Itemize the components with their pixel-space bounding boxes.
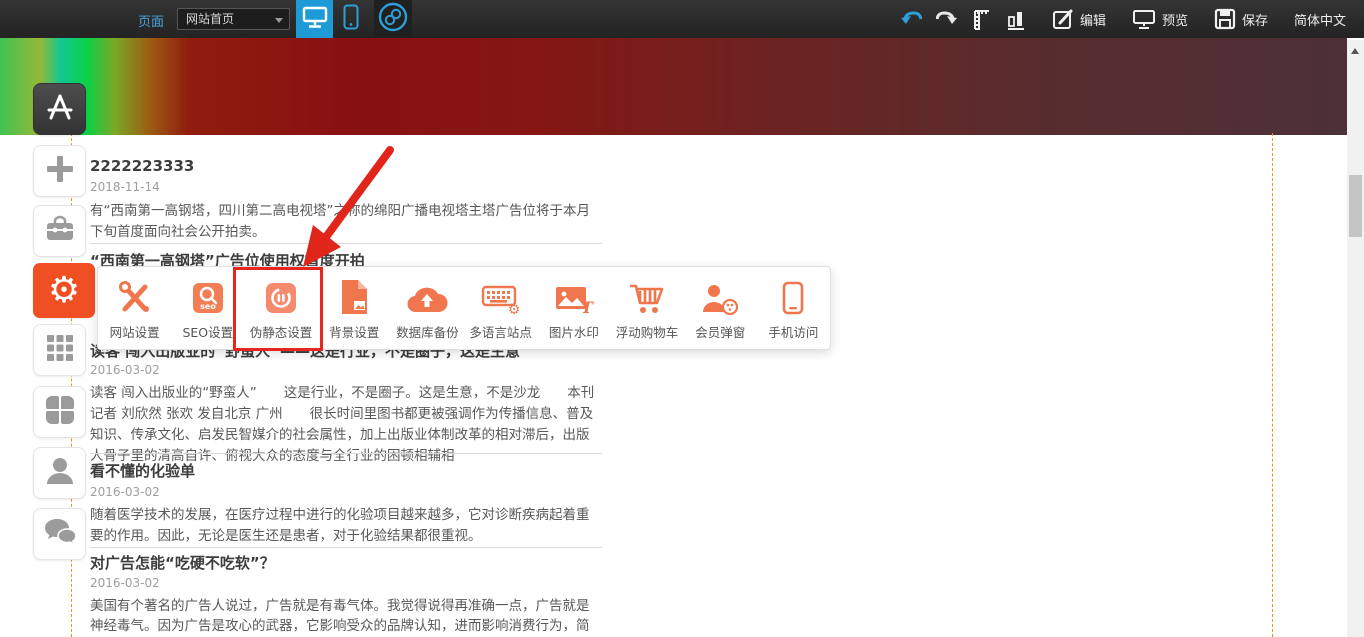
article-date: 2016-03-02 xyxy=(90,576,602,590)
popup-item-background-settings[interactable]: 背景设置 xyxy=(318,275,391,341)
sidebar-item-comments[interactable] xyxy=(33,508,86,560)
popup-item-seo-settings[interactable]: seo SEO设置 xyxy=(171,275,244,341)
page-builder-canvas: 2222223333 2018-11-14 有“西南第一高钢塔，四川第二高电视塔… xyxy=(0,0,1364,637)
pseudo-static-icon xyxy=(264,279,298,315)
cloud-backup-icon xyxy=(406,279,448,315)
seo-icon: seo xyxy=(191,279,225,315)
article-body: 有“西南第一高钢塔，四川第二高电视塔”之称的绵阳广播电视塔主塔广告位将于本月下旬… xyxy=(90,201,602,243)
user-icon xyxy=(45,456,75,490)
sidebar-item-add[interactable] xyxy=(33,145,86,197)
cart-icon xyxy=(628,279,666,315)
article-date: 2018-11-14 xyxy=(90,180,602,194)
mobile-access-icon xyxy=(782,279,804,315)
settings-popup: 网站设置 seo SEO设置 伪静态设置 xyxy=(97,266,831,350)
member-popup-icon xyxy=(701,279,739,315)
redo-button[interactable] xyxy=(936,10,958,28)
popup-item-website-settings[interactable]: 网站设置 xyxy=(98,275,171,341)
image-watermark-icon: T xyxy=(554,279,594,315)
chat-icon xyxy=(43,517,77,551)
save-icon xyxy=(1214,8,1236,30)
page-dropdown-value: 网站首页 xyxy=(186,12,234,26)
sidebar-item-plugins[interactable] xyxy=(33,386,86,438)
language-label: 简体中文 xyxy=(1294,10,1346,29)
preview-button[interactable]: 预览 xyxy=(1132,8,1188,30)
article-title: 看不懂的化验单 xyxy=(90,460,602,481)
svg-text:⚙: ⚙ xyxy=(507,302,520,315)
preview-icon xyxy=(1132,8,1156,30)
stats-button[interactable] xyxy=(1006,8,1026,30)
sidebar-item-modules[interactable] xyxy=(33,324,86,376)
tools-icon xyxy=(117,279,153,315)
article-date: 2016-03-02 xyxy=(90,485,602,499)
article-date: 2016-03-02 xyxy=(90,363,602,377)
smartphone-icon xyxy=(343,4,359,34)
banner-image[interactable] xyxy=(0,38,1347,135)
divider xyxy=(90,243,602,244)
ruler-icon xyxy=(972,7,992,31)
plus-icon xyxy=(46,155,74,187)
article-title: 2222223333 xyxy=(90,157,602,175)
popup-item-image-watermark[interactable]: T 图片水印 xyxy=(537,275,610,341)
undo-icon xyxy=(900,10,922,28)
sidebar-item-settings[interactable]: ⚙ xyxy=(33,263,95,318)
gear-icon: ⚙ xyxy=(48,273,80,309)
ruler-button[interactable] xyxy=(972,7,992,31)
article-body: 随着医学技术的发展，在医疗过程中进行的化验项目越来越多，它对诊断疾病起着重要的作… xyxy=(90,505,602,547)
scroll-up-arrow-icon[interactable] xyxy=(1351,48,1359,54)
link-icon xyxy=(378,2,408,36)
scrollbar[interactable] xyxy=(1347,40,1364,637)
edit-label: 编辑 xyxy=(1080,10,1106,29)
keyboard-gear-icon: ⚙ xyxy=(481,279,521,315)
clover-icon xyxy=(45,395,75,429)
stats-icon xyxy=(1006,8,1026,30)
sidebar-item-app-logo[interactable] xyxy=(33,83,86,135)
divider xyxy=(90,547,602,548)
undo-button[interactable] xyxy=(900,10,922,28)
app-logo-icon xyxy=(43,91,77,127)
mobile-view-button[interactable] xyxy=(338,0,364,38)
preview-label: 预览 xyxy=(1162,10,1188,29)
save-label: 保存 xyxy=(1242,10,1268,29)
toolbox-icon xyxy=(44,215,76,247)
link-button[interactable] xyxy=(374,0,412,38)
desktop-icon xyxy=(302,5,328,33)
article-title: 对广告怎能“吃硬不吃软”？ xyxy=(90,552,602,573)
popup-item-member-popup[interactable]: 会员弹窗 xyxy=(684,275,757,341)
scrollbar-thumb[interactable] xyxy=(1349,175,1362,237)
popup-item-floating-cart[interactable]: 浮动购物车 xyxy=(610,275,683,341)
background-page-icon xyxy=(339,279,369,315)
redo-icon xyxy=(936,10,958,28)
sidebar-item-toolbox[interactable] xyxy=(33,205,86,257)
grid-icon xyxy=(46,334,74,366)
popup-item-multilanguage-site[interactable]: ⚙ 多语言站点 xyxy=(464,275,537,341)
popup-item-database-backup[interactable]: 数据库备份 xyxy=(391,275,464,341)
chevron-down-icon xyxy=(275,18,283,23)
language-switch[interactable]: 简体中文 xyxy=(1294,10,1346,29)
popup-item-pseudo-static-settings[interactable]: 伪静态设置 xyxy=(244,275,317,341)
divider xyxy=(90,453,602,454)
svg-text:T: T xyxy=(581,298,594,315)
edit-button[interactable]: 编辑 xyxy=(1052,8,1106,30)
article-body: 读客 闯入出版业的“野蛮人” 这是行业，不是圈子。这是生意，不是沙龙 本刊记者 … xyxy=(90,383,602,467)
edit-icon xyxy=(1052,8,1074,30)
svg-text:seo: seo xyxy=(200,302,216,311)
page-label: 页面 xyxy=(138,11,164,30)
page-dropdown[interactable]: 网站首页 xyxy=(177,8,290,30)
sidebar-item-members[interactable] xyxy=(33,447,86,499)
article-body: 美国有个著名的广告人说过，广告就是有毒气体。我觉得说得再准确一点，广告就是神经毒… xyxy=(90,596,602,637)
right-guide-line xyxy=(1272,133,1273,637)
topbar: 页面 网站首页 xyxy=(0,0,1364,38)
save-button[interactable]: 保存 xyxy=(1214,8,1268,30)
desktop-view-button[interactable] xyxy=(296,0,333,38)
popup-item-mobile-access[interactable]: 手机访问 xyxy=(757,275,830,341)
